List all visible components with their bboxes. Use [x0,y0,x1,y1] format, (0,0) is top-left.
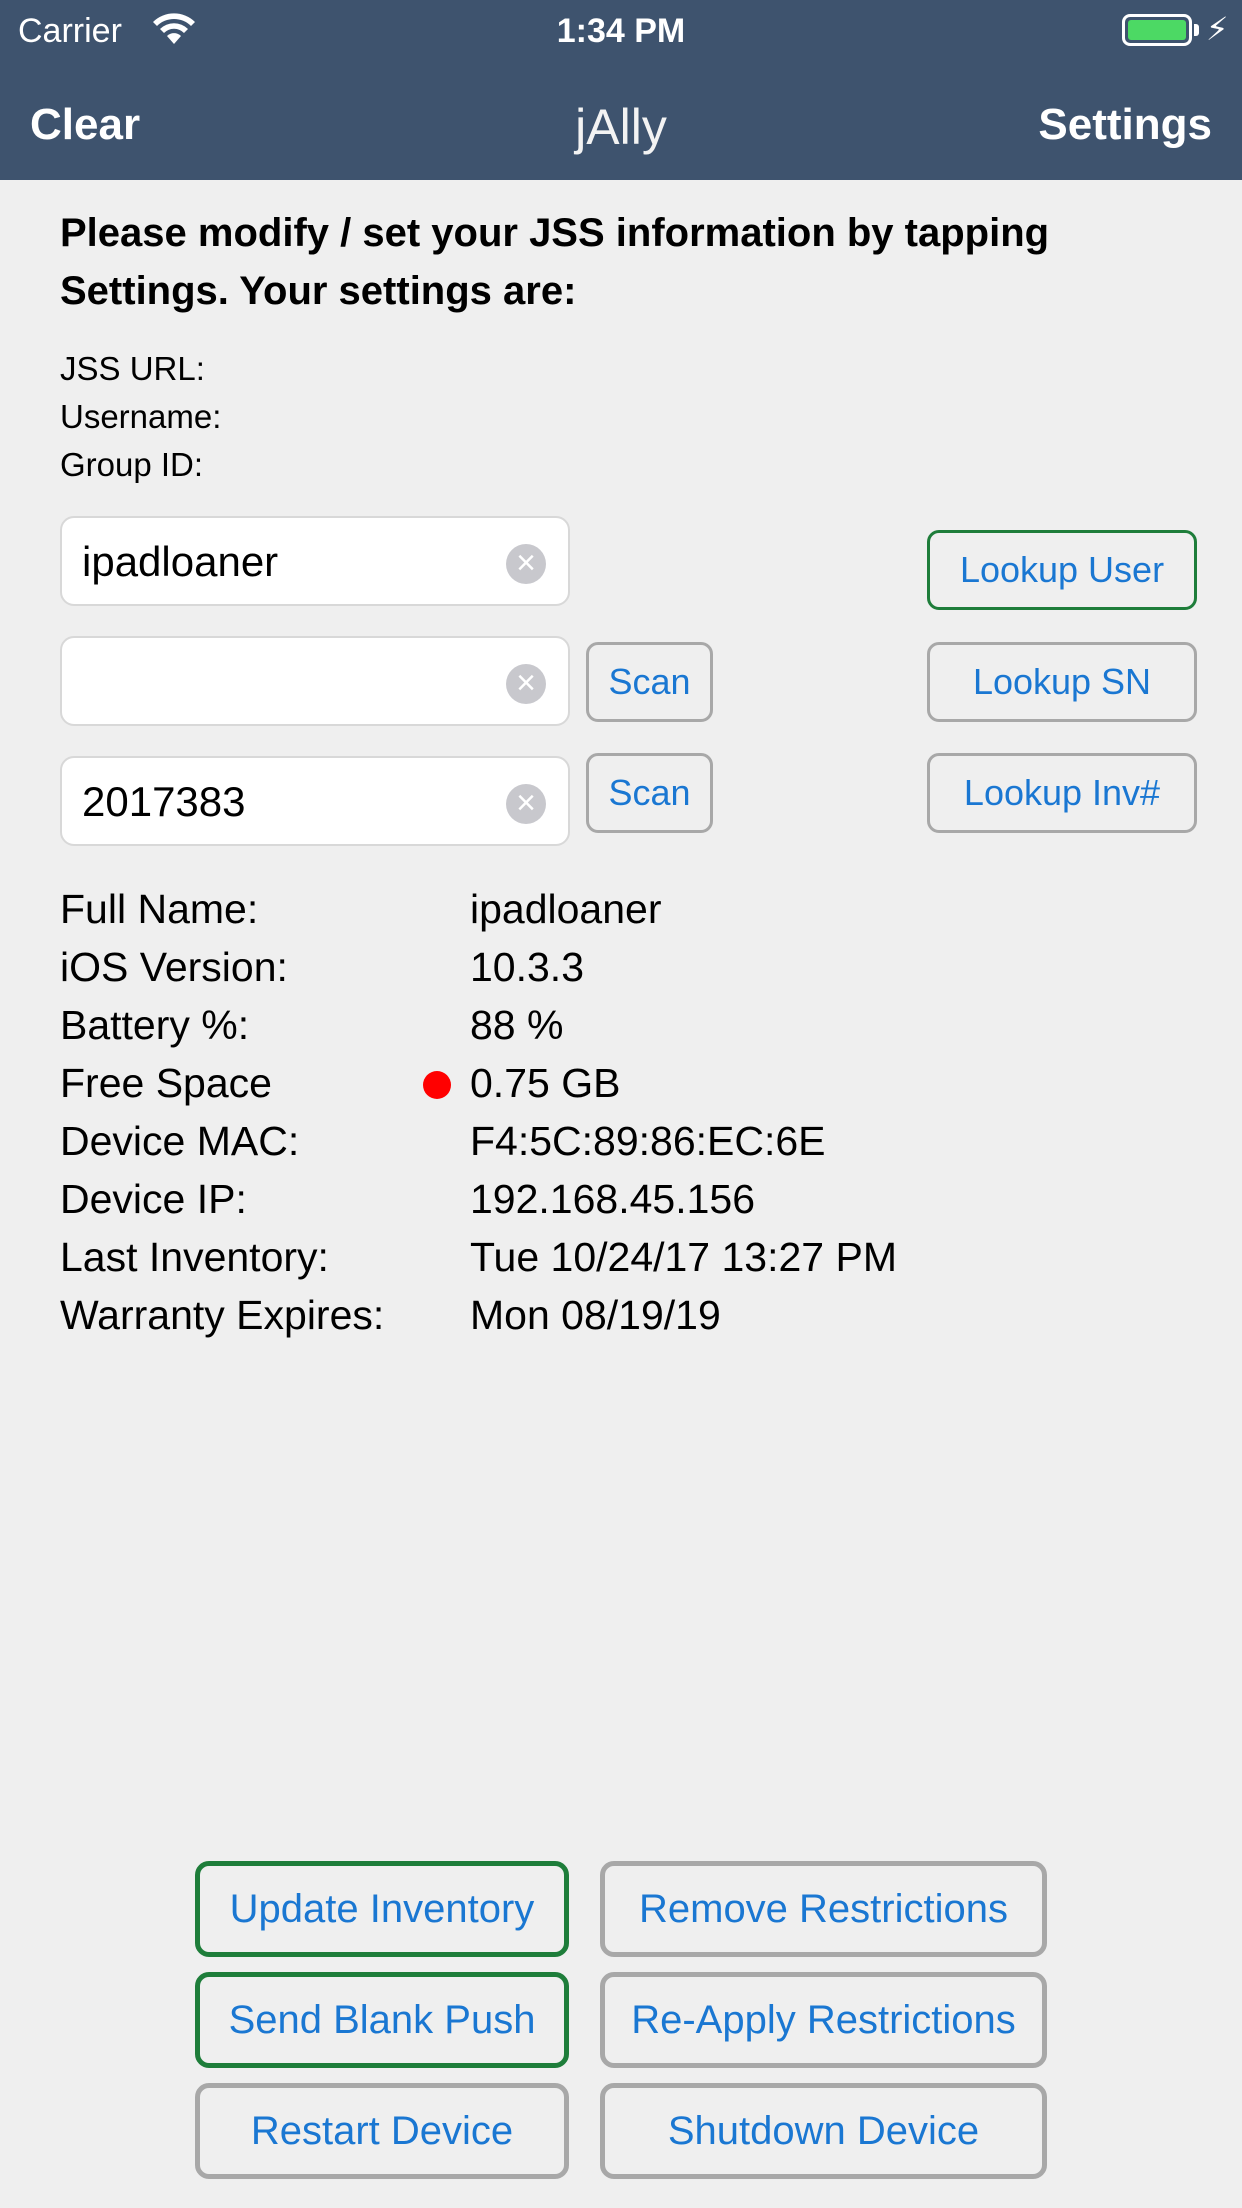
info-row-warranty: Warranty Expires: Mon 08/19/19 [60,1286,1160,1344]
clear-text-icon[interactable]: × [506,544,546,584]
battery-tip [1194,24,1199,36]
info-row-last-inventory: Last Inventory: Tue 10/24/17 13:27 PM [60,1228,1160,1286]
info-row-mac: Device MAC: F4:5C:89:86:EC:6E [60,1112,1160,1170]
lookup-inv-button[interactable]: Lookup Inv# [927,753,1197,833]
clear-text-icon[interactable]: × [506,664,546,704]
info-row-ios-version: iOS Version: 10.3.3 [60,938,1160,996]
info-row-full-name: Full Name: ipadloaner [60,880,1160,938]
info-value: Mon 08/19/19 [470,1292,721,1338]
inventory-number-field-value: 2017383 [82,778,246,825]
intro-text: Please modify / set your JSS information… [60,211,1050,313]
scan-inventory-button[interactable]: Scan [586,753,713,833]
send-blank-push-button[interactable]: Send Blank Push [195,1972,569,2068]
status-bar: Carrier 1:34 PM ⚡ [0,0,1242,60]
username-field[interactable]: ipadloaner × [60,516,570,606]
lookup-sn-button[interactable]: Lookup SN [927,642,1197,722]
info-value: F4:5C:89:86:EC:6E [470,1118,826,1164]
info-label: Battery %: [60,1002,250,1048]
jss-url-label: JSS URL: [60,350,205,387]
update-inventory-button[interactable]: Update Inventory [195,1861,569,1957]
clear-text-icon[interactable]: × [506,784,546,824]
info-value: 88 % [470,1002,564,1048]
info-row-ip: Device IP: 192.168.45.156 [60,1170,1160,1228]
reapply-restrictions-button[interactable]: Re-Apply Restrictions [600,1972,1047,2068]
info-value: 0.75 GB [470,1060,621,1106]
info-label: Device MAC: [60,1118,300,1164]
low-space-warning-icon [423,1071,451,1099]
info-label: Device IP: [60,1176,247,1222]
settings-summary: JSS URL: Username: Group ID: [60,345,221,489]
info-label: Full Name: [60,886,259,932]
info-value: Tue 10/24/17 13:27 PM [470,1234,897,1280]
inventory-number-field[interactable]: 2017383 × [60,756,570,846]
group-id-label: Group ID: [60,446,204,483]
charging-bolt-icon: ⚡ [1206,11,1229,47]
info-label: Warranty Expires: [60,1292,385,1338]
info-label: iOS Version: [60,944,288,990]
lookup-user-button[interactable]: Lookup User [927,530,1197,610]
shutdown-device-button[interactable]: Shutdown Device [600,2083,1047,2179]
info-value: 192.168.45.156 [470,1176,755,1222]
info-label: Last Inventory: [60,1234,329,1280]
remove-restrictions-button[interactable]: Remove Restrictions [600,1861,1047,1957]
settings-button[interactable]: Settings [1038,100,1212,150]
restart-device-button[interactable]: Restart Device [195,2083,569,2179]
info-value: ipadloaner [470,886,662,932]
nav-bar: Carrier 1:34 PM ⚡ Clear jAlly Settings [0,0,1242,180]
info-label: Free Space [60,1060,272,1106]
status-time: 1:34 PM [556,12,686,50]
scan-serial-button[interactable]: Scan [586,642,713,722]
battery-icon [1122,14,1192,46]
serial-number-field[interactable]: × [60,636,570,726]
username-field-value: ipadloaner [82,538,279,585]
info-row-free-space: Free Space 0.75 GB [60,1054,1160,1112]
username-label: Username: [60,398,222,435]
info-value: 10.3.3 [470,944,584,990]
info-row-battery: Battery %: 88 % [60,996,1160,1054]
device-info-list: Full Name: ipadloaner iOS Version: 10.3.… [60,880,1160,1344]
